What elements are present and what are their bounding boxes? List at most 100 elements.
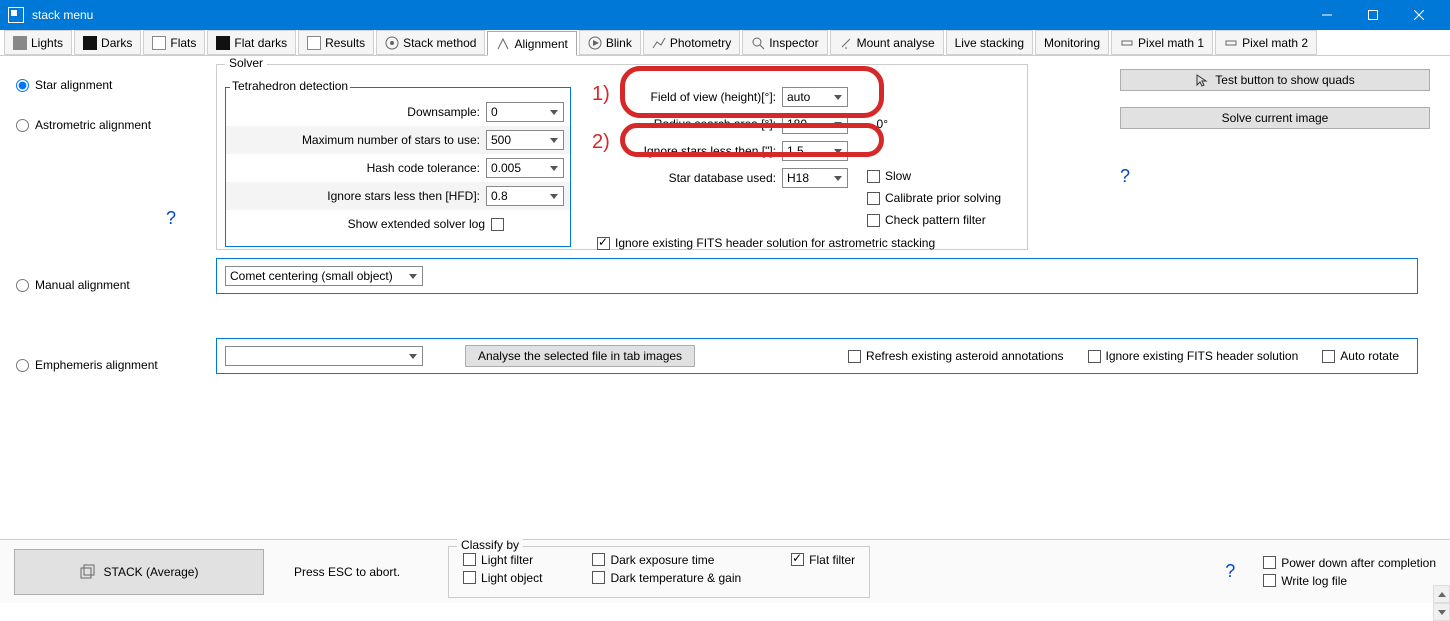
close-button[interactable] [1396, 0, 1442, 30]
inspector-icon [751, 36, 765, 50]
pattern-checkbox[interactable] [867, 214, 880, 227]
star-alignment-radio[interactable] [16, 79, 29, 92]
analyse-button[interactable]: Analyse the selected file in tab images [465, 345, 695, 367]
tab-photometry[interactable]: Photometry [643, 30, 740, 55]
lights-icon [13, 36, 27, 50]
ignorestars-combo[interactable]: 1.5 [782, 141, 848, 161]
alignment-mode-radios: Star alignment Astrometric alignment [16, 72, 196, 158]
dark-temp-checkbox[interactable] [592, 571, 605, 584]
tab-flats[interactable]: Flats [143, 30, 205, 55]
vertical-scrollbar[interactable] [1433, 585, 1450, 621]
power-down-label: Power down after completion [1281, 556, 1436, 570]
stack-button[interactable]: STACK (Average) [14, 549, 264, 595]
tab-results[interactable]: Results [298, 30, 374, 55]
astro-alignment-label: Astrometric alignment [35, 118, 151, 132]
tab-label: Lights [31, 36, 63, 50]
tab-label: Live stacking [955, 36, 1024, 50]
tab-label: Monitoring [1044, 36, 1100, 50]
ignore-fits-eph-checkbox[interactable] [1088, 350, 1101, 363]
analyse-button-label: Analyse the selected file in tab images [478, 349, 682, 363]
tab-label: Flat darks [234, 36, 287, 50]
combo-value: 500 [491, 133, 511, 147]
astro-alignment-radio[interactable] [16, 119, 29, 132]
cursor-icon [1195, 73, 1209, 87]
auto-rotate-label: Auto rotate [1340, 349, 1399, 363]
tab-monitoring[interactable]: Monitoring [1035, 30, 1109, 55]
classify-legend: Classify by [457, 538, 523, 552]
calibrate-checkbox[interactable] [867, 192, 880, 205]
ignorehfd-combo[interactable]: 0.8 [486, 186, 564, 206]
maxstars-combo[interactable]: 500 [486, 130, 564, 150]
help-link[interactable]: ? [1225, 561, 1235, 582]
tab-inspector[interactable]: Inspector [742, 30, 827, 55]
tab-label: Blink [606, 36, 632, 50]
esc-hint: Press ESC to abort. [294, 565, 400, 579]
tab-alignment[interactable]: Alignment [487, 31, 576, 56]
combo-value: 0.005 [491, 161, 521, 175]
mount-icon [839, 36, 853, 50]
dark-exp-checkbox[interactable] [592, 553, 605, 566]
tab-flat-darks[interactable]: Flat darks [207, 30, 296, 55]
stardb-combo[interactable]: H18 [782, 168, 848, 188]
test-button[interactable]: Test button to show quads [1120, 69, 1430, 91]
photometry-icon [652, 36, 666, 50]
scroll-down-icon[interactable] [1433, 603, 1450, 621]
slow-label: Slow [885, 169, 911, 183]
help-link[interactable]: ? [1120, 166, 1130, 187]
tab-label: Photometry [670, 36, 731, 50]
radius-combo[interactable]: 180 [782, 114, 848, 134]
minimize-button[interactable] [1304, 0, 1350, 30]
manual-alignment-panel: Comet centering (small object) [216, 258, 1418, 294]
scroll-up-icon[interactable] [1433, 585, 1450, 603]
stardb-label: Star database used: [592, 171, 782, 185]
tab-lights[interactable]: Lights [4, 30, 72, 55]
tab-pixel-math-2[interactable]: Pixel math 2 [1215, 30, 1317, 55]
ephemeris-combo[interactable] [225, 346, 423, 366]
ephemeris-panel: Analyse the selected file in tab images … [216, 338, 1418, 374]
window-title: stack menu [32, 8, 1304, 22]
hash-combo[interactable]: 0.005 [486, 158, 564, 178]
manual-alignment-radio[interactable] [16, 279, 29, 292]
tab-darks[interactable]: Darks [74, 30, 141, 55]
ephemeris-alignment-radio[interactable] [16, 359, 29, 372]
alignment-icon [496, 37, 510, 51]
maximize-button[interactable] [1350, 0, 1396, 30]
tab-live-stacking[interactable]: Live stacking [946, 30, 1033, 55]
tab-stack-method[interactable]: Stack method [376, 30, 485, 55]
combo-value: 0.8 [491, 189, 508, 203]
refresh-annotations-checkbox[interactable] [848, 350, 861, 363]
blink-icon [588, 36, 602, 50]
hash-label: Hash code tolerance: [232, 161, 486, 175]
slow-checkbox[interactable] [867, 170, 880, 183]
dark-temp-label: Dark temperature & gain [610, 571, 741, 585]
help-link[interactable]: ? [166, 208, 176, 229]
auto-rotate-checkbox[interactable] [1322, 350, 1335, 363]
results-icon [307, 36, 321, 50]
light-filter-checkbox[interactable] [463, 553, 476, 566]
tab-mount-analyse[interactable]: Mount analyse [830, 30, 944, 55]
radius-after: 0° [848, 117, 888, 131]
bottom-bar: STACK (Average) Press ESC to abort. Clas… [0, 539, 1450, 603]
ignore-fits-row: Ignore existing FITS header solution for… [597, 236, 935, 250]
fov-combo[interactable]: auto [782, 87, 848, 107]
light-object-checkbox[interactable] [463, 571, 476, 584]
flat-darks-icon [216, 36, 230, 50]
right-button-column: Test button to show quads Solve current … [1120, 69, 1430, 145]
manual-combo[interactable]: Comet centering (small object) [225, 266, 423, 286]
tab-blink[interactable]: Blink [579, 30, 641, 55]
write-log-checkbox[interactable] [1263, 574, 1276, 587]
solve-button[interactable]: Solve current image [1120, 107, 1430, 129]
combo-value: Comet centering (small object) [230, 269, 393, 283]
combo-value: 0 [491, 105, 498, 119]
power-down-checkbox[interactable] [1263, 556, 1276, 569]
ignore-fits-checkbox[interactable] [597, 237, 610, 250]
red-annotation-two: 2) [592, 131, 610, 154]
downsample-combo[interactable]: 0 [486, 102, 564, 122]
title-bar: stack menu [0, 0, 1450, 30]
extended-log-label: Show extended solver log [232, 217, 491, 231]
tab-pixel-math-1[interactable]: Pixel math 1 [1111, 30, 1213, 55]
maxstars-label: Maximum number of stars to use: [232, 133, 486, 147]
refresh-annotations-label: Refresh existing asteroid annotations [866, 349, 1063, 363]
extended-log-checkbox[interactable] [491, 218, 504, 231]
flat-filter-checkbox[interactable] [791, 553, 804, 566]
